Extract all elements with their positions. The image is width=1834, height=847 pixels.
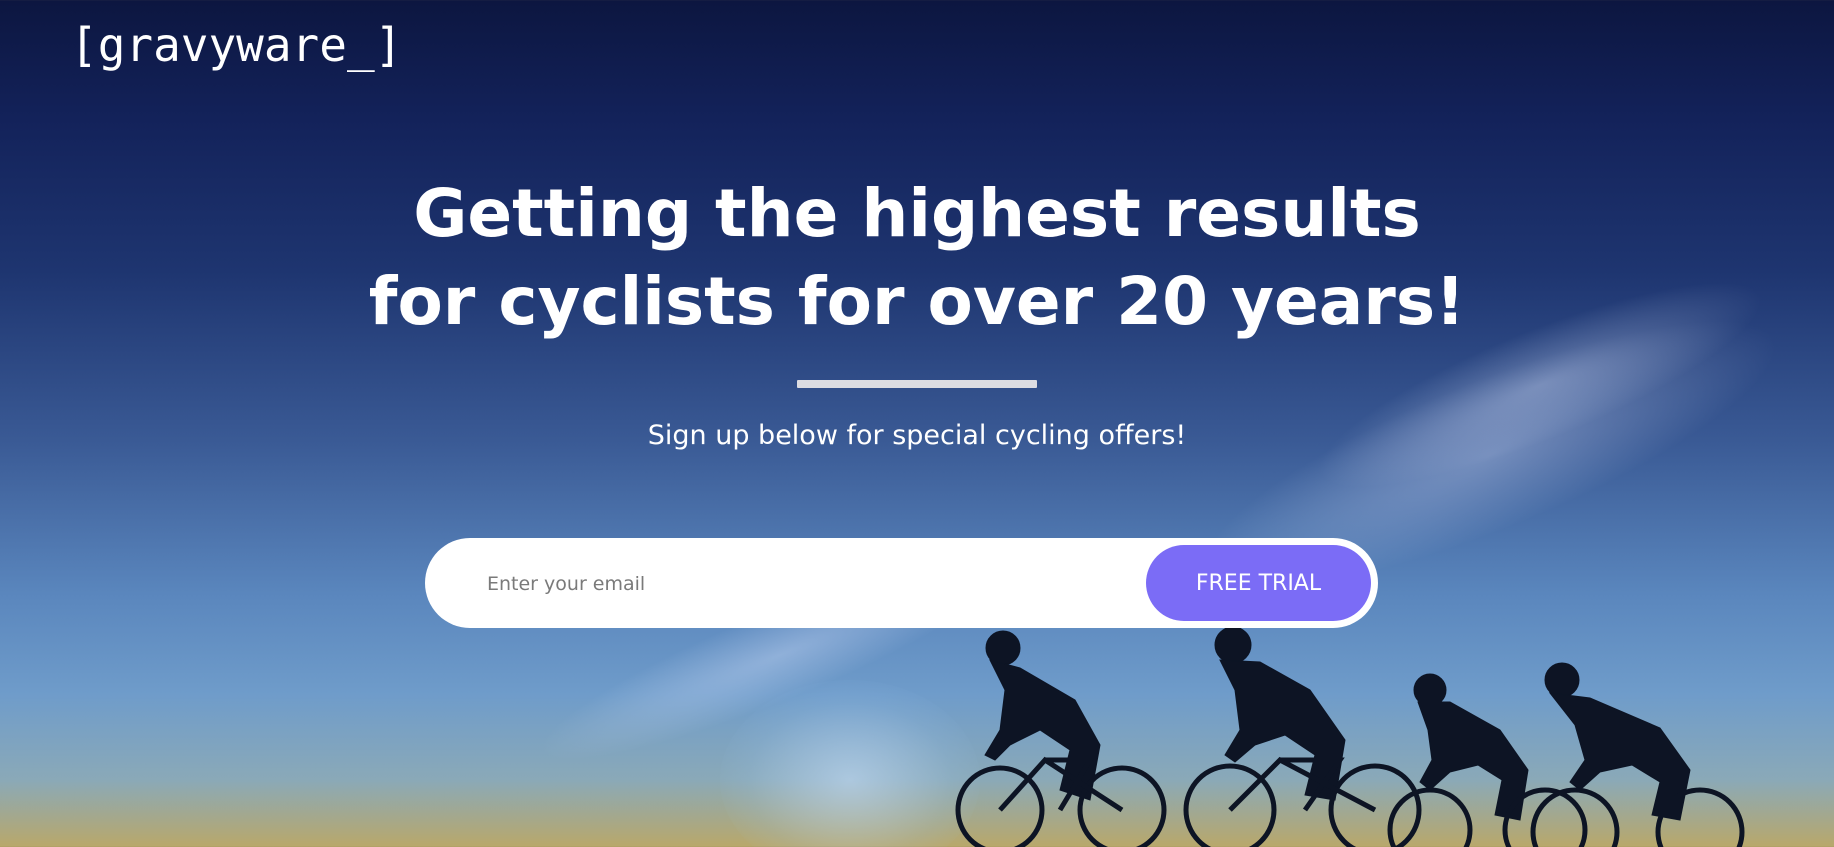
- hero-headline: Getting the highest results for cyclists…: [0, 170, 1834, 346]
- brand-logo[interactable]: [gravyware_]: [70, 18, 402, 72]
- email-input[interactable]: [485, 538, 1109, 630]
- cyclist-silhouette: [1530, 662, 1745, 847]
- hero-headline-line-1: Getting the highest results: [413, 175, 1421, 252]
- cyclist-silhouette: [1183, 626, 1422, 847]
- free-trial-button[interactable]: FREE TRIAL: [1146, 545, 1371, 621]
- cyclist-silhouette: [955, 630, 1167, 847]
- headline-divider: [797, 380, 1037, 388]
- hero-subtitle: Sign up below for special cycling offers…: [647, 420, 1187, 451]
- signup-form: FREE TRIAL: [425, 538, 1378, 630]
- hero-content: Getting the highest results for cyclists…: [0, 170, 1834, 454]
- hero-headline-line-2: for cyclists for over 20 years!: [368, 263, 1466, 340]
